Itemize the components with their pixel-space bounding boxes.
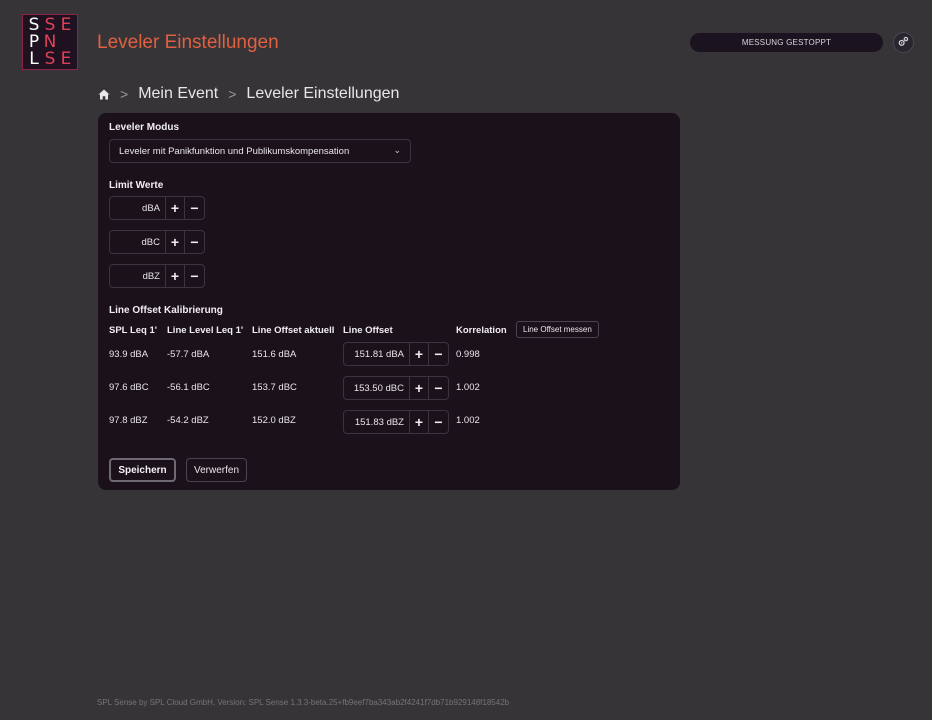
- limit-dba-minus-button[interactable]: −: [185, 197, 204, 219]
- line-offset-dbz-minus-button[interactable]: −: [429, 411, 448, 433]
- table-cell-line-level: -54.2 dBZ: [167, 415, 209, 426]
- leveler-settings-card: Leveler Modus Leveler mit Panikfunktion …: [98, 113, 680, 490]
- column-header-line-level: Line Level Leq 1': [167, 325, 244, 336]
- save-button[interactable]: Speichern: [109, 458, 176, 482]
- limit-dba-input[interactable]: dBA: [110, 197, 166, 219]
- table-cell-correlation: 1.002: [456, 382, 480, 393]
- line-offset-dbc-plus-button[interactable]: +: [410, 377, 429, 399]
- home-icon[interactable]: [98, 89, 110, 100]
- limit-dbc-unit: dBC: [141, 236, 160, 248]
- line-offset-dbz-stepper: 151.83 dBZ + −: [343, 410, 449, 434]
- table-cell-spl: 93.9 dBA: [109, 349, 149, 360]
- column-header-offset-current: Line Offset aktuell: [252, 325, 335, 336]
- leveler-mode-value: Leveler mit Panikfunktion und Publikumsk…: [119, 145, 350, 157]
- limit-dbz-unit: dBZ: [142, 270, 160, 282]
- measurement-status-badge[interactable]: MESSUNG GESTOPPT: [690, 33, 883, 52]
- leveler-mode-select[interactable]: Leveler mit Panikfunktion und Publikumsk…: [109, 139, 411, 163]
- chevron-down-icon: ⌄: [393, 145, 401, 155]
- table-cell-offset-current: 153.7 dBC: [252, 382, 297, 393]
- line-offset-dbc-minus-button[interactable]: −: [429, 377, 448, 399]
- limit-dba-unit: dBA: [142, 202, 160, 214]
- column-header-correlation: Korrelation: [456, 325, 507, 336]
- line-offset-calibration-label: Line Offset Kalibrierung: [109, 305, 223, 316]
- table-cell-spl: 97.8 dBZ: [109, 415, 148, 426]
- gears-icon: [898, 34, 909, 52]
- breadcrumb-separator: >: [120, 86, 129, 102]
- logo-letter: E: [60, 49, 72, 69]
- page-title: Leveler Einstellungen: [97, 32, 279, 53]
- line-offset-dbz-plus-button[interactable]: +: [410, 411, 429, 433]
- logo-letter: L: [29, 49, 39, 69]
- breadcrumb: > Mein Event > Leveler Einstellungen: [98, 85, 399, 103]
- table-cell-correlation: 1.002: [456, 415, 480, 426]
- line-offset-dbz-unit: dBZ: [386, 416, 404, 428]
- line-offset-dbz-value: 151.83: [354, 416, 384, 428]
- column-header-spl: SPL Leq 1': [109, 325, 158, 336]
- limit-dbz-stepper: dBZ + −: [109, 264, 205, 288]
- table-cell-line-level: -57.7 dBA: [167, 349, 210, 360]
- table-cell-line-level: -56.1 dBC: [167, 382, 210, 393]
- breadcrumb-separator: >: [228, 86, 237, 102]
- spl-sense-logo[interactable]: S S E P N L S E: [22, 14, 78, 70]
- discard-button[interactable]: Verwerfen: [186, 458, 247, 482]
- limit-dbc-stepper: dBC + −: [109, 230, 205, 254]
- limit-dbc-input[interactable]: dBC: [110, 231, 166, 253]
- line-offset-dba-value: 151.81: [354, 348, 384, 360]
- measure-line-offset-button[interactable]: Line Offset messen: [516, 321, 599, 338]
- line-offset-dbc-input[interactable]: 153.50 dBC: [344, 377, 410, 399]
- limit-dbz-minus-button[interactable]: −: [185, 265, 204, 287]
- limit-dba-stepper: dBA + −: [109, 196, 205, 220]
- table-cell-correlation: 0.998: [456, 349, 480, 360]
- line-offset-dba-unit: dBA: [386, 348, 404, 360]
- limit-dbc-minus-button[interactable]: −: [185, 231, 204, 253]
- table-cell-offset-current: 151.6 dBA: [252, 349, 297, 360]
- line-offset-dbc-value: 153.50: [353, 382, 383, 394]
- line-offset-dba-stepper: 151.81 dBA + −: [343, 342, 449, 366]
- limit-dbc-plus-button[interactable]: +: [166, 231, 185, 253]
- line-offset-dbc-unit: dBC: [385, 382, 404, 394]
- settings-button[interactable]: [893, 32, 914, 53]
- table-cell-offset-current: 152.0 dBZ: [252, 415, 296, 426]
- logo-letter: S: [44, 49, 56, 69]
- limit-values-label: Limit Werte: [109, 180, 164, 191]
- limit-dbz-input[interactable]: dBZ: [110, 265, 166, 287]
- logo-letter: E: [60, 15, 72, 35]
- line-offset-dba-input[interactable]: 151.81 dBA: [344, 343, 410, 365]
- leveler-mode-label: Leveler Modus: [109, 122, 180, 133]
- line-offset-dbz-input[interactable]: 151.83 dBZ: [344, 411, 410, 433]
- limit-dbz-plus-button[interactable]: +: [166, 265, 185, 287]
- line-offset-dba-minus-button[interactable]: −: [429, 343, 448, 365]
- footer-version-text: SPL Sense by SPL Cloud GmbH, Version: SP…: [97, 698, 510, 707]
- breadcrumb-item-current: Leveler Einstellungen: [246, 85, 400, 102]
- line-offset-dbc-stepper: 153.50 dBC + −: [343, 376, 449, 400]
- table-cell-spl: 97.6 dBC: [109, 382, 149, 393]
- limit-dba-plus-button[interactable]: +: [166, 197, 185, 219]
- breadcrumb-item-event[interactable]: Mein Event: [138, 85, 218, 103]
- line-offset-dba-plus-button[interactable]: +: [410, 343, 429, 365]
- column-header-offset: Line Offset: [343, 325, 393, 336]
